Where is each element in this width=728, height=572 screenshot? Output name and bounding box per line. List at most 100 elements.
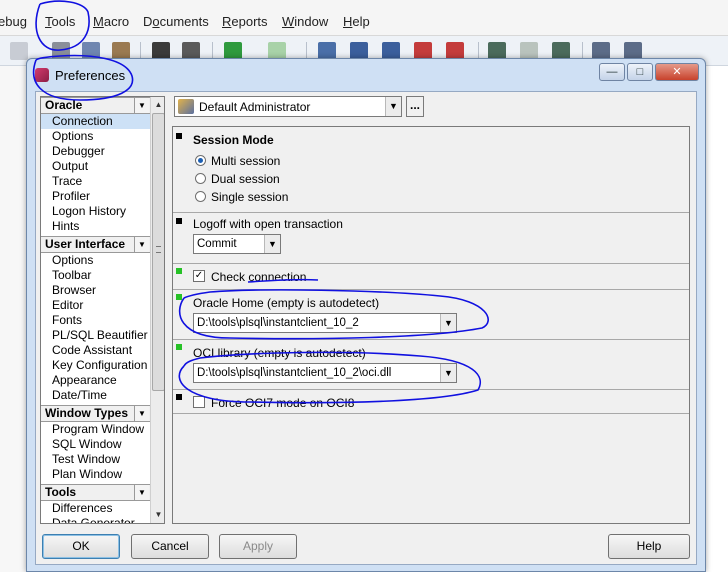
modified-marker-icon xyxy=(176,344,182,350)
tree-scrollbar[interactable]: ▲ ▼ xyxy=(150,97,164,523)
dialog-title: Preferences xyxy=(55,68,126,83)
session-mode-title: Session Mode xyxy=(193,133,274,147)
ok-button[interactable]: OK xyxy=(42,534,120,559)
menu-debug[interactable]: ebug xyxy=(0,14,27,29)
section-logoff: Logoff with open transaction Commit ▼ xyxy=(173,213,689,264)
category-tools[interactable]: Tools ▼ xyxy=(41,484,150,501)
check-connection-checkbox[interactable]: ✓ xyxy=(193,270,205,282)
marker-icon xyxy=(176,394,182,400)
app-left-panel xyxy=(0,66,26,572)
radio-dual-session-label: Dual session xyxy=(211,172,280,186)
section-oci-library: OCI library (empty is autodetect) D:\too… xyxy=(173,340,689,390)
tree-item-data-generator[interactable]: Data Generator xyxy=(41,516,150,523)
tree-item-appearance[interactable]: Appearance xyxy=(41,373,150,388)
chevron-down-icon[interactable]: ▼ xyxy=(134,237,149,252)
category-oracle[interactable]: Oracle ▼ xyxy=(41,97,150,114)
dialog-titlebar[interactable]: Preferences — □ ✕ xyxy=(27,59,705,91)
check-connection-label: Check connection xyxy=(211,270,307,284)
scrollbar-thumb[interactable] xyxy=(152,113,164,391)
preferences-tree: Oracle ▼ Connection Options Debugger Out… xyxy=(40,96,165,524)
tree-item-program-window[interactable]: Program Window xyxy=(41,422,150,437)
redo-icon[interactable] xyxy=(10,42,28,60)
chevron-down-icon[interactable]: ▼ xyxy=(440,364,456,382)
tree-item-logon-history[interactable]: Logon History xyxy=(41,204,150,219)
tree-item-code-assistant[interactable]: Code Assistant xyxy=(41,343,150,358)
menu-window[interactable]: Window xyxy=(282,14,328,29)
scroll-up-icon[interactable]: ▲ xyxy=(151,97,164,112)
tree-item-toolbar[interactable]: Toolbar xyxy=(41,268,150,283)
menu-macro[interactable]: Macro xyxy=(93,14,129,29)
tree-item-plan-window[interactable]: Plan Window xyxy=(41,467,150,482)
maximize-button[interactable]: □ xyxy=(627,63,653,81)
oracle-home-label: Oracle Home (empty is autodetect) xyxy=(193,296,380,310)
apply-button[interactable]: Apply xyxy=(219,534,297,559)
radio-single-session-label: Single session xyxy=(211,190,289,204)
preferences-dialog: Preferences — □ ✕ Oracle ▼ Connection Op… xyxy=(26,58,706,572)
app-menubar: ebug Tools Macro Documents Reports Windo… xyxy=(0,0,728,36)
menu-documents[interactable]: Documents xyxy=(143,14,209,29)
menu-reports[interactable]: Reports xyxy=(222,14,268,29)
preferences-icon xyxy=(35,68,49,82)
tree-item-date-time[interactable]: Date/Time xyxy=(41,388,150,403)
tree-item-output[interactable]: Output xyxy=(41,159,150,174)
tree-item-hints[interactable]: Hints xyxy=(41,219,150,234)
grip-icon xyxy=(156,246,161,253)
oci-library-select[interactable]: D:\tools\plsql\instantclient_10_2\oci.dl… xyxy=(193,363,457,383)
user-profile-icon xyxy=(178,99,194,114)
help-button[interactable]: Help xyxy=(608,534,690,559)
radio-multi-session[interactable] xyxy=(195,155,206,166)
radio-dual-session[interactable] xyxy=(195,173,206,184)
category-user-interface[interactable]: User Interface ▼ xyxy=(41,236,150,253)
logoff-label: Logoff with open transaction xyxy=(193,217,343,231)
oracle-home-select[interactable]: D:\tools\plsql\instantclient_10_2 ▼ xyxy=(193,313,457,333)
menu-help[interactable]: Help xyxy=(343,14,370,29)
radio-multi-session-label: Multi session xyxy=(211,154,281,168)
tree-item-sql-window[interactable]: SQL Window xyxy=(41,437,150,452)
oci-library-label: OCI library (empty is autodetect) xyxy=(193,346,366,360)
logoff-value: Commit xyxy=(197,238,237,250)
section-force-oci7: Force OCI7 mode on OCI8 xyxy=(173,390,689,414)
modified-marker-icon xyxy=(176,268,182,274)
tree-item-trace[interactable]: Trace xyxy=(41,174,150,189)
profile-value: Default Administrator xyxy=(199,100,311,114)
section-oracle-home: Oracle Home (empty is autodetect) D:\too… xyxy=(173,290,689,340)
chevron-down-icon[interactable]: ▼ xyxy=(264,235,280,253)
force-oci7-checkbox[interactable] xyxy=(193,396,205,408)
cancel-button[interactable]: Cancel xyxy=(131,534,209,559)
tree-item-fonts[interactable]: Fonts xyxy=(41,313,150,328)
radio-single-session[interactable] xyxy=(195,191,206,202)
tree-item-key-configuration[interactable]: Key Configuration xyxy=(41,358,150,373)
modified-marker-icon xyxy=(176,294,182,300)
logoff-select[interactable]: Commit ▼ xyxy=(193,234,281,254)
oci-library-value: D:\tools\plsql\instantclient_10_2\oci.dl… xyxy=(197,367,392,379)
tree-item-editor[interactable]: Editor xyxy=(41,298,150,313)
minimize-button[interactable]: — xyxy=(599,63,625,81)
profile-select[interactable]: Default Administrator ▼ xyxy=(174,96,402,117)
chevron-down-icon[interactable]: ▼ xyxy=(134,98,149,113)
category-window-types[interactable]: Window Types ▼ xyxy=(41,405,150,422)
section-session-mode: Session Mode Multi session Dual session … xyxy=(173,127,689,213)
tree-item-debugger[interactable]: Debugger xyxy=(41,144,150,159)
oracle-home-value: D:\tools\plsql\instantclient_10_2 xyxy=(197,317,359,329)
scroll-down-icon[interactable]: ▼ xyxy=(151,507,164,522)
close-button[interactable]: ✕ xyxy=(655,63,699,81)
menu-tools[interactable]: Tools xyxy=(45,14,75,29)
marker-icon xyxy=(176,218,182,224)
chevron-down-icon[interactable]: ▼ xyxy=(385,97,401,116)
tree-item-ui-options[interactable]: Options xyxy=(41,253,150,268)
profile-more-button[interactable]: ... xyxy=(406,96,424,117)
tree-item-connection[interactable]: Connection xyxy=(41,114,150,129)
tree-item-options[interactable]: Options xyxy=(41,129,150,144)
tree-item-plsql-beautifier[interactable]: PL/SQL Beautifier xyxy=(41,328,150,343)
tree-item-profiler[interactable]: Profiler xyxy=(41,189,150,204)
dialog-client: Oracle ▼ Connection Options Debugger Out… xyxy=(35,91,697,565)
tree-item-differences[interactable]: Differences xyxy=(41,501,150,516)
section-check-connection: ✓ Check connection xyxy=(173,264,689,290)
chevron-down-icon[interactable]: ▼ xyxy=(134,485,149,500)
tree-item-test-window[interactable]: Test Window xyxy=(41,452,150,467)
tree-item-browser[interactable]: Browser xyxy=(41,283,150,298)
app-right-panel xyxy=(704,66,728,572)
chevron-down-icon[interactable]: ▼ xyxy=(440,314,456,332)
chevron-down-icon[interactable]: ▼ xyxy=(134,406,149,421)
force-oci7-label: Force OCI7 mode on OCI8 xyxy=(211,396,355,410)
